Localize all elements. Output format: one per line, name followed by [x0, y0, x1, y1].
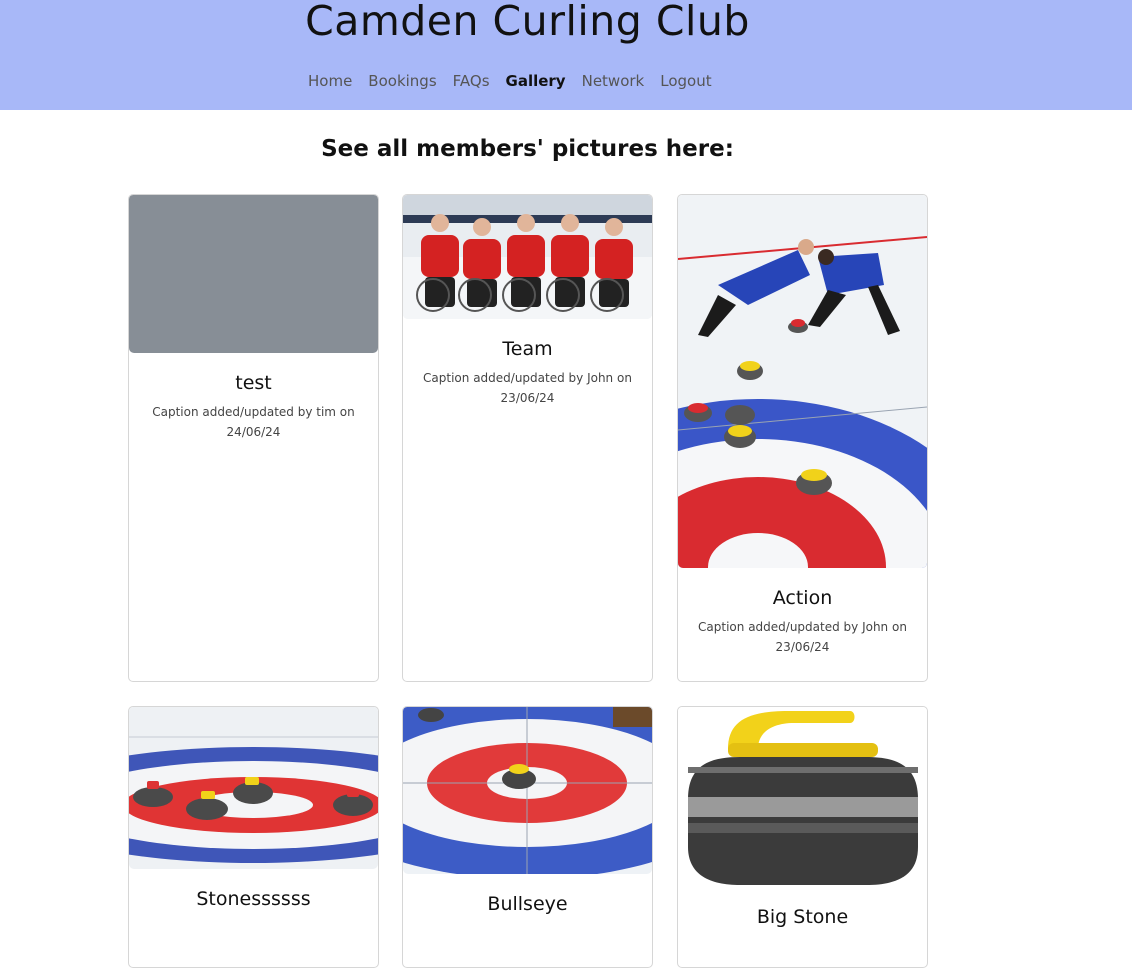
gallery-card-big-stone[interactable]: Big Stone	[677, 706, 928, 968]
card-caption: Caption added/updated by John on 23/06/2…	[698, 620, 907, 654]
nav-bookings[interactable]: Bookings	[368, 72, 436, 90]
gallery-heading: See all members' pictures here:	[321, 136, 734, 162]
stones-photo[interactable]	[129, 707, 378, 869]
card-caption: Caption added/updated by John on 23/06/2…	[423, 371, 632, 405]
card-title: Stonessssss	[196, 888, 311, 910]
nav-gallery[interactable]: Gallery	[506, 72, 566, 90]
card-caption: Caption added/updated by tim on 24/06/24	[152, 405, 355, 439]
team-photo[interactable]	[403, 195, 652, 319]
site-header: Camden Curling Club Home Bookings FAQs G…	[0, 0, 1132, 110]
card-title: Bullseye	[487, 893, 568, 915]
card-title: Big Stone	[756, 906, 849, 928]
site-title: Camden Curling Club	[305, 0, 750, 45]
nav-network[interactable]: Network	[582, 72, 645, 90]
card-title: Team	[502, 338, 553, 360]
bullseye-photo[interactable]	[403, 707, 652, 874]
gallery-card-stonessssss[interactable]: Stonessssss	[128, 706, 379, 968]
card-title: test	[235, 372, 272, 394]
nav-home[interactable]: Home	[308, 72, 352, 90]
gallery-card-bullseye[interactable]: Bullseye	[402, 706, 653, 968]
main-nav: Home Bookings FAQs Gallery Network Logou…	[308, 72, 712, 90]
action-photo[interactable]	[678, 195, 927, 568]
big-stone-photo[interactable]	[678, 707, 927, 887]
card-title: Action	[772, 587, 833, 609]
gallery-card-test[interactable]: test Caption added/updated by tim on 24/…	[128, 194, 379, 682]
gallery-card-team[interactable]: Team Caption added/updated by John on 23…	[402, 194, 653, 682]
placeholder-image[interactable]	[129, 195, 378, 353]
nav-faqs[interactable]: FAQs	[453, 72, 490, 90]
gallery-card-action[interactable]: Action Caption added/updated by John on …	[677, 194, 928, 682]
nav-logout[interactable]: Logout	[660, 72, 711, 90]
